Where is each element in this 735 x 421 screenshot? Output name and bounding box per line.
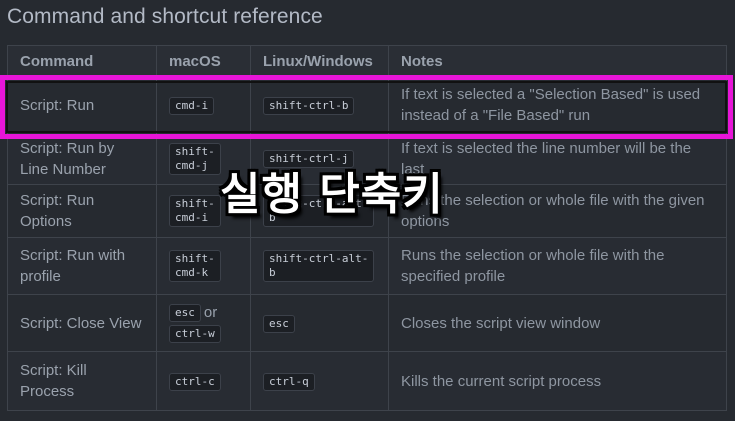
column-header-notes: Notes (388, 45, 727, 78)
macos-cell: cmd-i (156, 77, 251, 133)
macos-shortcut: ctrl-c (169, 372, 221, 391)
command-cell: Script: Run by Line Number (7, 132, 157, 185)
command-cell: Script: Kill Process (7, 351, 157, 411)
table-header-row: Command macOS Linux/Windows Notes (7, 45, 727, 78)
macos-cell: ctrl-c (156, 351, 251, 411)
table-row: Script: Close View esc or ctrl-w esc Clos… (7, 294, 727, 352)
command-cell: Script: Run with profile (7, 237, 157, 295)
column-header-command: Command (7, 45, 157, 78)
overlay-caption: 실행 단축키 (220, 169, 444, 220)
linux-cell: shift-ctrl-b (250, 77, 389, 133)
command-cell: Script: Close View (7, 294, 157, 352)
linux-shortcut: ctrl-q (263, 372, 315, 391)
note-cell: Closes the script view window (388, 294, 727, 352)
linux-shortcut: shift-ctrl-b (263, 96, 355, 115)
column-header-macos: macOS (156, 45, 251, 78)
table-row: Script: Run with profile shift- cmd-k sh… (7, 237, 727, 295)
note-cell: Runs the selection or whole file with th… (388, 237, 727, 295)
linux-cell: esc (250, 294, 389, 352)
command-cell: Script: Run Options (7, 184, 157, 238)
macos-cell: esc or ctrl-w (156, 294, 251, 352)
table-row: Script: Run cmd-i shift-ctrl-b If text i… (7, 77, 727, 133)
macos-shortcut: shift- cmd-i (169, 195, 221, 227)
linux-cell: ctrl-q (250, 351, 389, 411)
macos-cell: shift- cmd-k (156, 237, 251, 295)
macos-shortcut: shift- cmd-k (169, 250, 221, 282)
linux-shortcut: shift-ctrl-alt- b (263, 250, 375, 282)
or-separator: or (203, 304, 218, 321)
shortcut-table: Command macOS Linux/Windows Notes Script… (7, 45, 727, 411)
macos-shortcut: cmd-i (169, 96, 215, 115)
command-cell: Script: Run (7, 77, 157, 133)
page-title: Command and shortcut reference (7, 5, 323, 28)
note-cell: Kills the current script process (388, 351, 727, 411)
macos-shortcut: esc (169, 304, 201, 323)
note-cell: If text is selected a "Selection Based" … (388, 77, 727, 133)
linux-cell: shift-ctrl-alt- b (250, 237, 389, 295)
linux-shortcut: esc (263, 314, 295, 333)
macos-shortcut-alt: ctrl-w (169, 325, 221, 344)
table-row: Script: Kill Process ctrl-c ctrl-q Kills… (7, 351, 727, 411)
macos-shortcut: shift- cmd-j (169, 142, 221, 175)
column-header-linux-windows: Linux/Windows (250, 45, 389, 78)
